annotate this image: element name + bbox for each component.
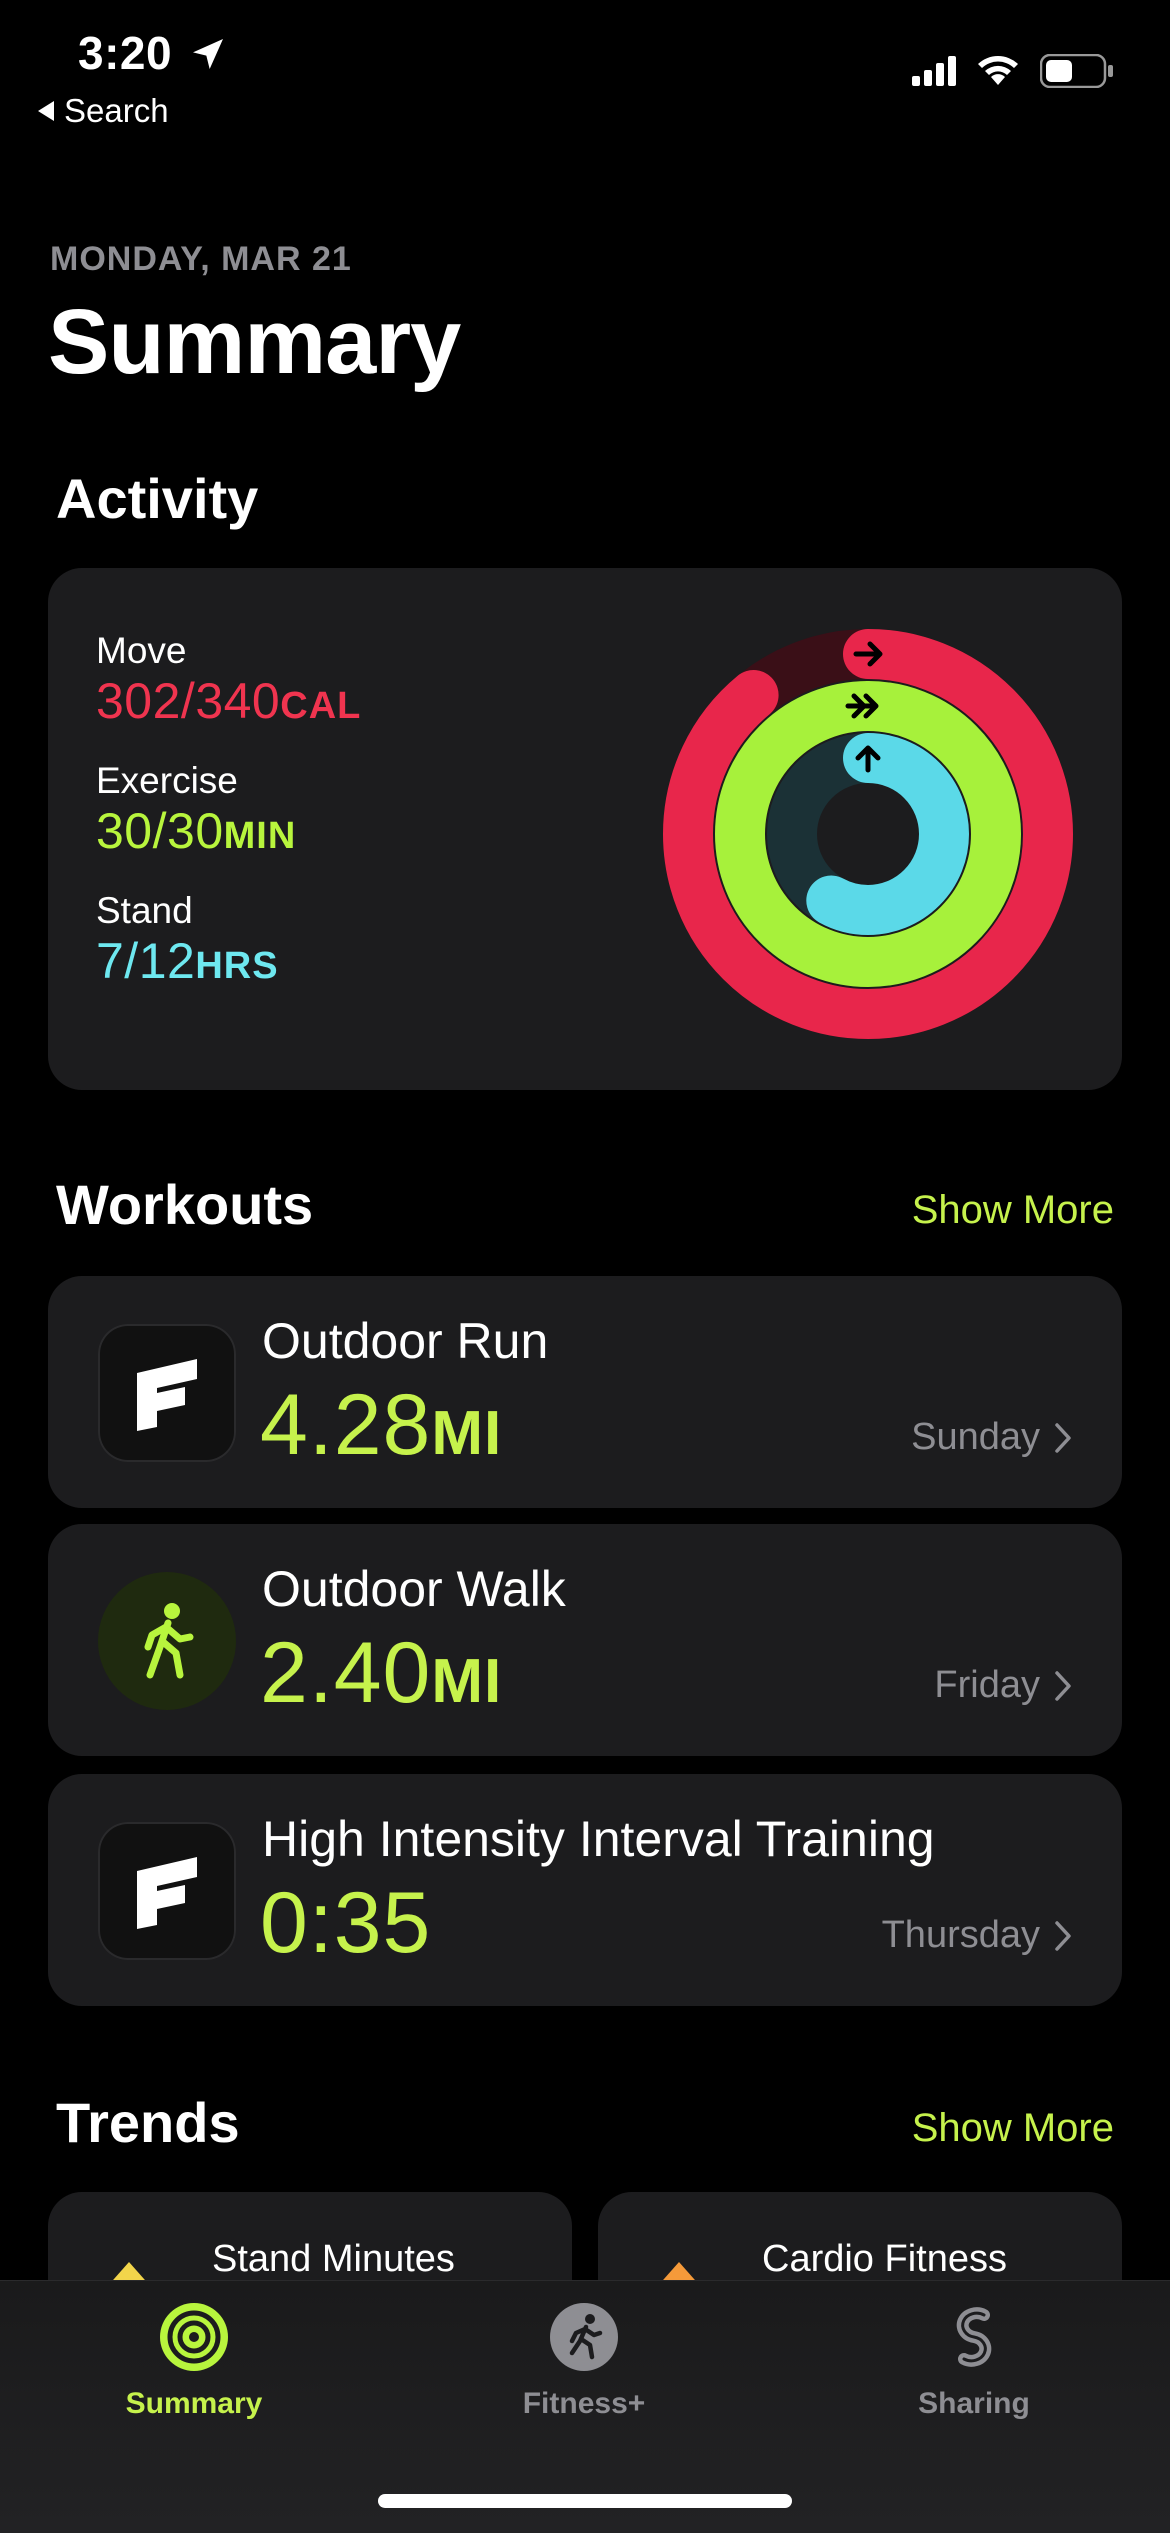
- home-indicator[interactable]: [378, 2494, 792, 2508]
- page-title: Summary: [48, 291, 461, 393]
- back-to-search[interactable]: Search: [38, 92, 169, 130]
- tab-sharing[interactable]: Sharing: [824, 2301, 1124, 2421]
- tab-summary[interactable]: Summary: [44, 2301, 344, 2421]
- workout-row-outdoor-walk[interactable]: Outdoor Walk 2.40MI Friday: [48, 1524, 1122, 1756]
- signal-icon: [912, 56, 956, 86]
- activity-rings: [663, 629, 1073, 1039]
- status-icons: [912, 54, 1114, 88]
- workout-row-outdoor-run[interactable]: Outdoor Run 4.28MI Sunday: [48, 1276, 1122, 1508]
- activity-card[interactable]: Move 302/340CAL Exercise 30/30MIN Stand …: [48, 568, 1122, 1090]
- exercise-value: 30/30MIN: [96, 803, 297, 859]
- location-arrow-icon: [193, 39, 223, 69]
- chevron-right-icon: [1055, 1422, 1071, 1453]
- summary-rings-icon: [160, 2303, 228, 2371]
- workouts-section-title: Workouts: [56, 1173, 314, 1236]
- workout-name: Outdoor Run: [262, 1313, 549, 1369]
- workouts-show-more-link[interactable]: Show More: [912, 1188, 1114, 1233]
- trend-label: Cardio Fitness: [762, 2238, 1007, 2280]
- wifi-icon: [978, 56, 1018, 85]
- trends-section-title: Trends: [56, 2091, 240, 2154]
- workout-day: Sunday: [911, 1416, 1072, 1459]
- exercise-label: Exercise: [96, 760, 238, 801]
- workout-day: Friday: [934, 1664, 1072, 1707]
- tab-label: Fitness+: [522, 2387, 646, 2420]
- date-label: MONDAY, MAR 21: [50, 240, 352, 278]
- runner-icon: [550, 2303, 618, 2371]
- trend-label: Stand Minutes: [212, 2238, 455, 2280]
- fitbod-icon: [98, 1822, 236, 1960]
- tab-label: Summary: [125, 2387, 263, 2420]
- status-time: 3:20: [78, 27, 173, 79]
- tab-fitness-plus[interactable]: Fitness+: [434, 2301, 734, 2421]
- move-value: 302/340CAL: [96, 673, 362, 729]
- workout-value: 4.28MI: [260, 1377, 503, 1473]
- workout-value: 0:35: [260, 1875, 432, 1971]
- sharing-icon: [956, 2307, 992, 2367]
- activity-section-title: Activity: [56, 467, 259, 530]
- move-label: Move: [96, 630, 187, 671]
- workout-day: Thursday: [882, 1914, 1072, 1957]
- fitbod-icon: [98, 1324, 236, 1462]
- walk-icon: [98, 1572, 236, 1710]
- stand-label: Stand: [96, 890, 193, 931]
- workout-value: 2.40MI: [260, 1625, 503, 1721]
- back-label: Search: [64, 92, 169, 129]
- chevron-right-icon: [1055, 1920, 1071, 1951]
- workout-name: Outdoor Walk: [262, 1561, 566, 1617]
- workout-name: High Intensity Interval Training: [262, 1811, 935, 1867]
- workout-row-hiit[interactable]: High Intensity Interval Training 0:35 Th…: [48, 1774, 1122, 2006]
- chevron-right-icon: [1055, 1670, 1071, 1701]
- battery-icon: [1040, 54, 1113, 88]
- back-triangle-icon: [38, 101, 54, 121]
- stand-value: 7/12HRS: [96, 933, 279, 989]
- trends-show-more-link[interactable]: Show More: [912, 2106, 1114, 2151]
- tab-label: Sharing: [918, 2387, 1030, 2420]
